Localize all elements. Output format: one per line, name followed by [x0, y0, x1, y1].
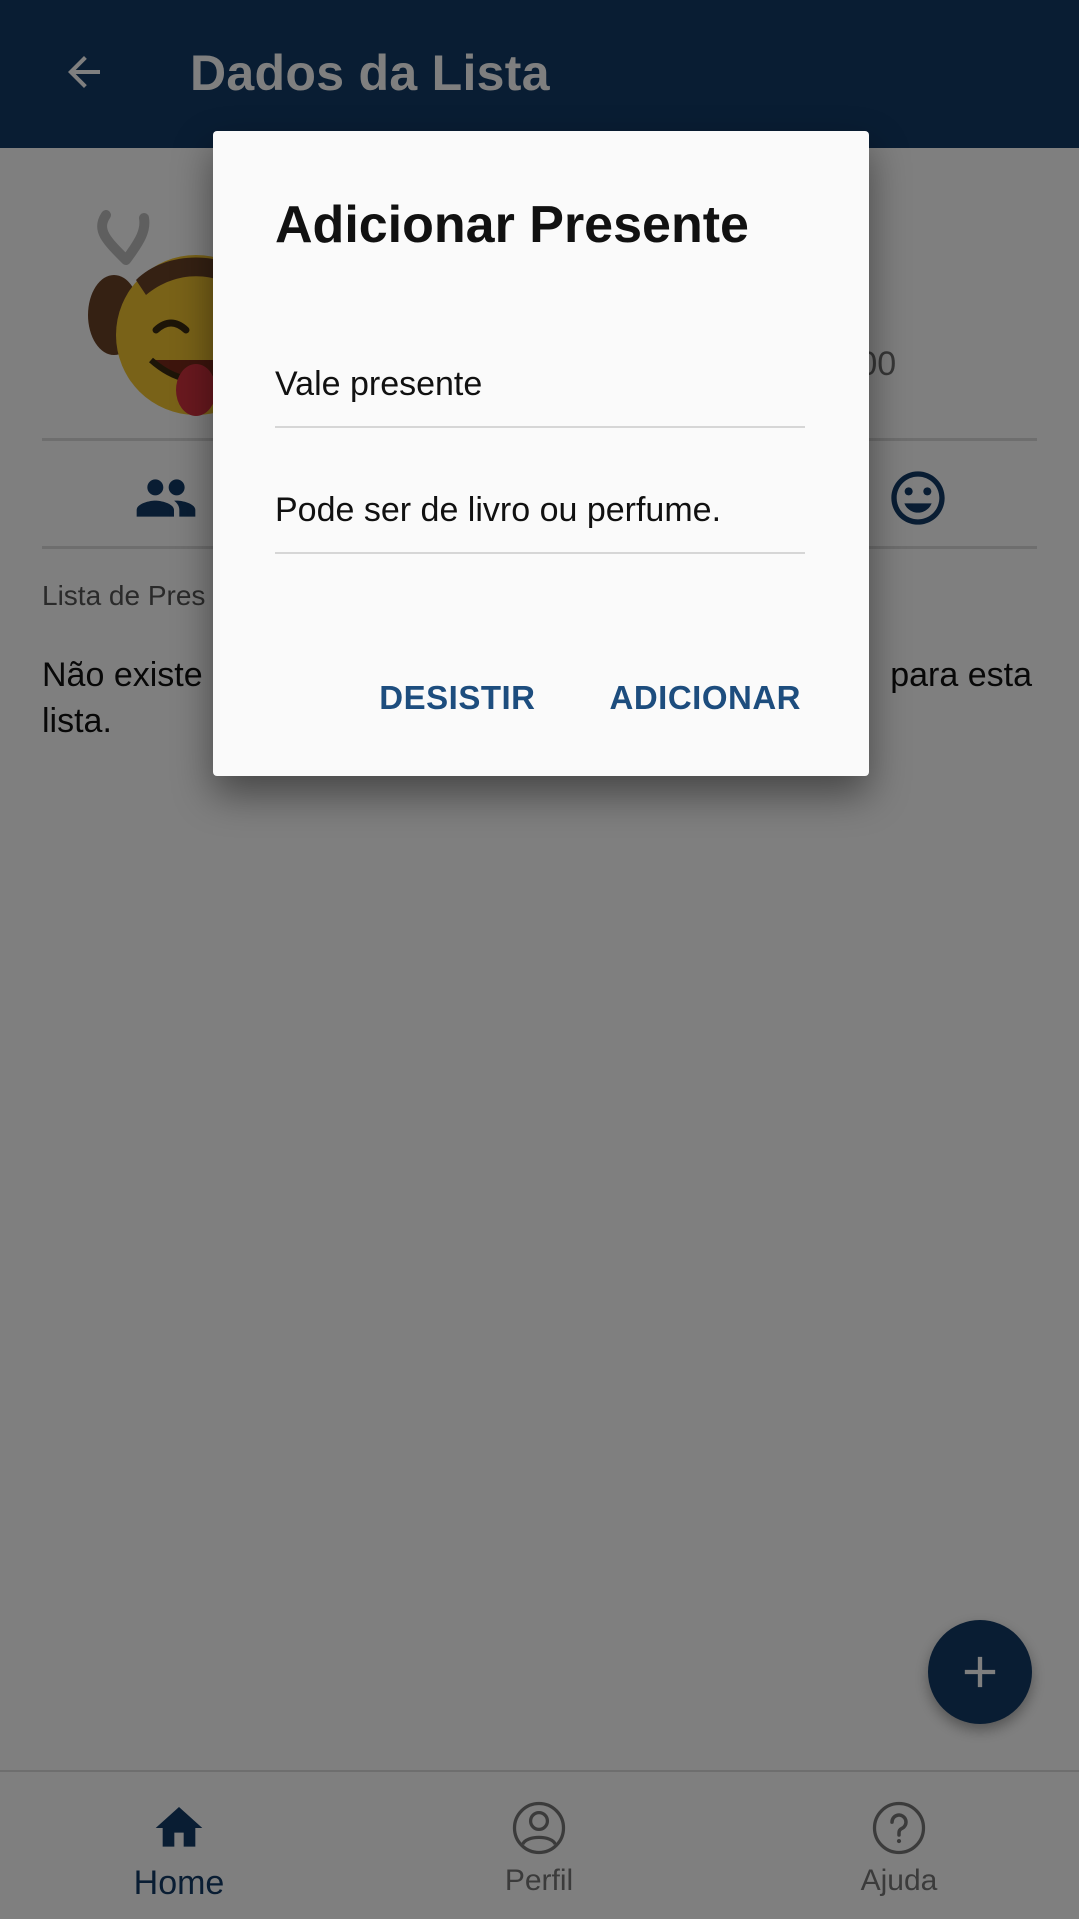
gift-name-field[interactable] [275, 316, 805, 428]
add-gift-dialog: Adicionar Presente DESISTIR ADICIONAR [213, 131, 869, 776]
dialog-title: Adicionar Presente [275, 196, 749, 254]
add-button[interactable]: ADICIONAR [610, 679, 802, 717]
gift-description-field[interactable] [275, 442, 805, 554]
cancel-button[interactable]: DESISTIR [379, 679, 535, 717]
gift-description-input[interactable] [275, 491, 805, 530]
dialog-actions: DESISTIR ADICIONAR [379, 679, 801, 717]
gift-name-input[interactable] [275, 365, 805, 404]
